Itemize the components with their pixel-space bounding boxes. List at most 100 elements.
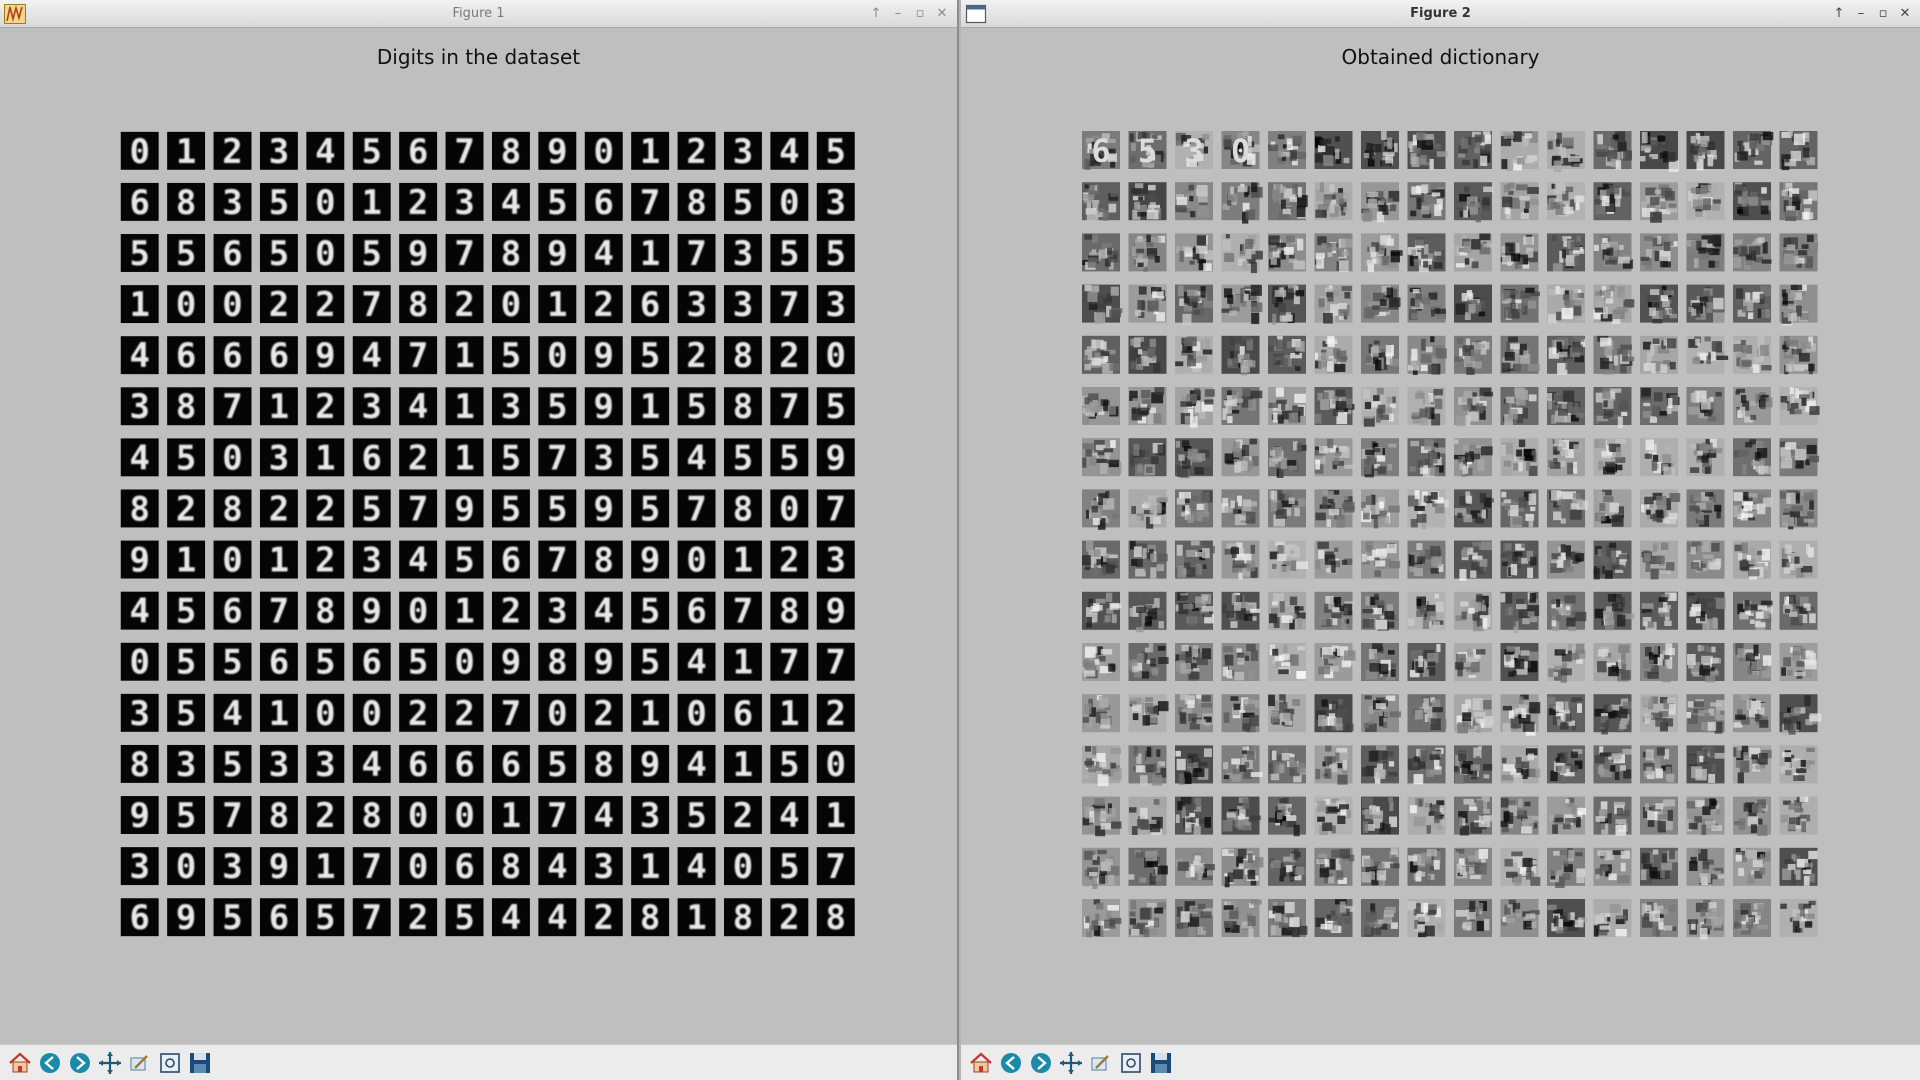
image-grid[interactable]: 6530 <box>961 131 1920 941</box>
grid-tile: 9 <box>445 489 484 528</box>
save-icon[interactable] <box>1148 1050 1174 1076</box>
svg-text:7: 7 <box>222 796 242 835</box>
grid-tile <box>1454 643 1492 681</box>
forward-icon[interactable] <box>1028 1050 1054 1076</box>
svg-text:9: 9 <box>269 847 289 886</box>
minimize-button[interactable]: – <box>1852 4 1870 24</box>
back-icon[interactable] <box>37 1050 63 1076</box>
grid-tile <box>1454 387 1494 427</box>
svg-text:8: 8 <box>686 183 706 222</box>
grid-tile <box>1221 643 1260 681</box>
grid-tile <box>1454 182 1494 223</box>
svg-text:7: 7 <box>408 336 428 375</box>
svg-text:5: 5 <box>686 796 706 835</box>
grid-tile: 2 <box>584 898 623 937</box>
svg-text:9: 9 <box>547 234 567 273</box>
save-icon[interactable] <box>187 1050 213 1076</box>
grid-tile <box>1500 591 1540 634</box>
svg-text:5: 5 <box>1138 132 1157 170</box>
grid-tile <box>1686 438 1725 477</box>
grid-tile: 4 <box>120 438 159 477</box>
svg-text:1: 1 <box>454 387 474 426</box>
maximize-button[interactable]: ▫ <box>911 4 929 24</box>
window-title: Figure 2 <box>1410 6 1471 21</box>
grid-tile: 5 <box>167 438 206 477</box>
grid-tile <box>1268 745 1307 784</box>
svg-text:5: 5 <box>547 183 567 222</box>
svg-text:4: 4 <box>501 183 521 222</box>
svg-text:4: 4 <box>594 234 614 273</box>
grid-tile <box>1779 387 1820 425</box>
minimize-button[interactable]: – <box>889 4 907 24</box>
svg-text:3: 3 <box>826 285 846 324</box>
svg-text:2: 2 <box>176 489 196 528</box>
grid-tile: 1 <box>445 592 484 631</box>
pan-icon[interactable] <box>1058 1050 1084 1076</box>
window-titlebar[interactable]: Figure 2 ↑ – ▫ ✕ <box>961 0 1920 28</box>
grid-tile <box>1221 182 1263 224</box>
svg-text:9: 9 <box>501 643 521 682</box>
grid-tile: 6 <box>399 132 438 171</box>
shade-button[interactable]: ↑ <box>1830 4 1848 24</box>
svg-text:5: 5 <box>222 643 242 682</box>
grid-tile: 2 <box>399 898 438 937</box>
grid-tile: 7 <box>631 183 670 222</box>
svg-text:1: 1 <box>269 541 289 580</box>
svg-text:2: 2 <box>779 898 799 937</box>
grid-tile <box>1128 489 1168 529</box>
grid-tile: 0 <box>213 541 252 580</box>
grid-tile: 9 <box>538 132 577 171</box>
grid-tile: 5 <box>120 234 159 273</box>
svg-text:1: 1 <box>269 694 289 733</box>
maximize-button[interactable]: ▫ <box>1874 4 1892 24</box>
window-titlebar[interactable]: Figure 1 ↑ – ▫ ✕ <box>0 0 957 28</box>
grid-tile <box>1593 796 1632 836</box>
image-grid[interactable]: 0 1 2 3 4 5 6 7 8 9 0 1 2 3 4 56 8 3 5 0 1 2 3 4 5 6 7 8 5 0 35 5 6 5 0 5 9 7… <box>0 131 957 941</box>
zoom-icon[interactable] <box>1088 1050 1114 1076</box>
grid-tile: 2 <box>399 694 438 733</box>
svg-text:9: 9 <box>129 541 149 580</box>
grid-tile <box>1268 335 1306 374</box>
grid-tile: 6 <box>259 336 298 375</box>
grid-tile <box>1733 847 1771 886</box>
grid-tile <box>1314 694 1354 733</box>
svg-text:1: 1 <box>686 898 706 937</box>
svg-text:0: 0 <box>315 234 335 273</box>
svg-text:5: 5 <box>826 234 846 273</box>
grid-tile <box>1779 489 1818 530</box>
zoom-icon[interactable] <box>127 1050 153 1076</box>
configure-icon[interactable] <box>157 1050 183 1076</box>
home-icon[interactable] <box>968 1050 994 1076</box>
home-icon[interactable] <box>7 1050 33 1076</box>
grid-tile <box>1733 591 1773 630</box>
svg-text:4: 4 <box>408 541 428 580</box>
svg-text:1: 1 <box>733 745 753 784</box>
grid-tile: 1 <box>259 387 298 426</box>
grid-tile: 3 <box>259 438 298 477</box>
grid-tile <box>1082 540 1120 579</box>
close-button[interactable]: ✕ <box>1896 4 1914 24</box>
grid-tile <box>1082 438 1122 477</box>
close-button[interactable]: ✕ <box>933 4 951 24</box>
forward-icon[interactable] <box>67 1050 93 1076</box>
grid-tile <box>1779 284 1818 326</box>
grid-tile: 5 <box>770 745 809 784</box>
grid-tile <box>1640 796 1678 835</box>
svg-text:2: 2 <box>315 796 335 835</box>
pan-icon[interactable] <box>97 1050 123 1076</box>
back-icon[interactable] <box>998 1050 1024 1076</box>
grid-tile <box>1128 284 1167 323</box>
grid-tile: 6 <box>352 438 391 477</box>
configure-icon[interactable] <box>1118 1050 1144 1076</box>
svg-text:5: 5 <box>176 694 196 733</box>
svg-text:5: 5 <box>826 387 846 426</box>
grid-tile <box>1175 335 1213 374</box>
svg-text:8: 8 <box>779 592 799 631</box>
grid-tile <box>1407 233 1446 273</box>
grid-tile: 8 <box>723 387 762 426</box>
svg-text:7: 7 <box>779 285 799 324</box>
grid-tile <box>1686 847 1725 886</box>
grid-tile: 7 <box>677 234 716 273</box>
shade-button[interactable]: ↑ <box>867 4 885 24</box>
grid-tile: 1 <box>445 336 484 375</box>
